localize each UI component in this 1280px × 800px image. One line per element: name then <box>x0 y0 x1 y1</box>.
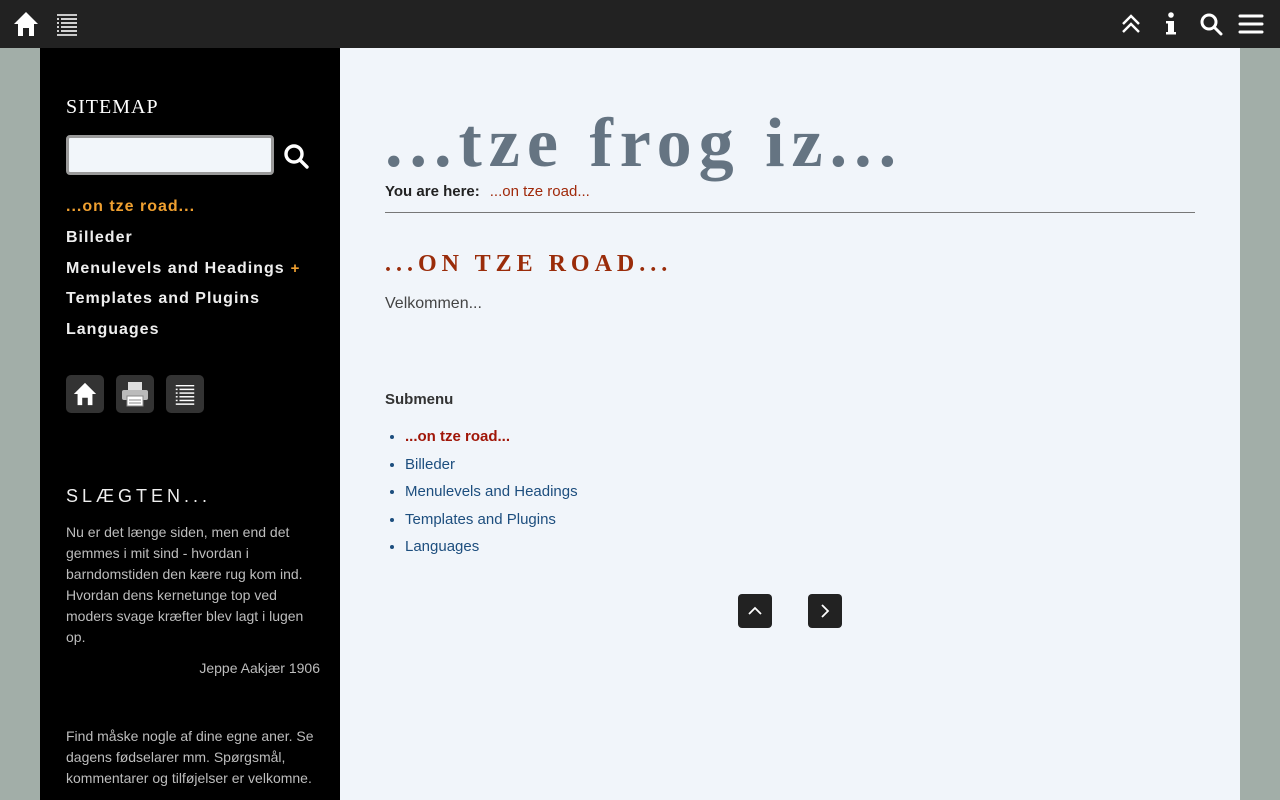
sidebar-item-languages[interactable]: Languages <box>66 315 336 346</box>
submenu-title: Submenu <box>385 391 454 408</box>
sidebar-item-label: Menulevels and Headings <box>66 259 285 277</box>
chevron-right-icon <box>821 604 830 618</box>
sidebar-tools <box>66 375 204 413</box>
poem-text: Nu er det længe siden, men end det gemme… <box>66 524 304 645</box>
divider <box>385 212 1195 213</box>
scroll-up-button[interactable] <box>738 594 772 628</box>
submenu-item-billeder[interactable]: Billeder <box>405 453 578 481</box>
top-bar <box>0 0 1280 48</box>
expand-plus-icon[interactable]: + <box>291 260 301 277</box>
sitemap-list-icon[interactable] <box>166 375 204 413</box>
search-icon[interactable] <box>282 142 310 170</box>
breadcrumb-label: You are here: <box>385 183 480 200</box>
double-chevron-up-icon[interactable] <box>1115 8 1147 40</box>
sidebar: SITEMAP ...on tze road... Billeder Menul… <box>40 48 340 800</box>
sidebar-item-menulevels[interactable]: Menulevels and Headings + <box>66 253 336 284</box>
submenu-item-languages[interactable]: Languages <box>405 535 578 563</box>
sidebar-item-label: ...on tze road... <box>66 198 196 216</box>
sitemap-title: SITEMAP <box>66 96 159 118</box>
sidebar-item-label: Billeder <box>66 229 133 247</box>
page-heading: ...on tze road... <box>385 251 673 277</box>
submenu-item-menulevels[interactable]: Menulevels and Headings <box>405 480 578 508</box>
breadcrumb: You are here: ...on tze road... <box>385 183 590 200</box>
submenu-item-templates[interactable]: Templates and Plugins <box>405 508 578 536</box>
sidebar-nav: ...on tze road... Billeder Menulevels an… <box>66 192 336 345</box>
slaegten-heading: SLÆGTEN... <box>66 486 212 506</box>
home-icon[interactable] <box>10 8 42 40</box>
poem-author: Jeppe Aakjær 1906 <box>199 660 320 676</box>
hamburger-menu-icon[interactable] <box>1235 8 1267 40</box>
print-icon[interactable] <box>116 375 154 413</box>
sidebar-item-label: Templates and Plugins <box>66 290 261 308</box>
main-content: ...tze frog iz... You are here: ...on tz… <box>340 48 1240 800</box>
search-icon[interactable] <box>1195 8 1227 40</box>
site-title: ...tze frog iz... <box>385 105 904 182</box>
info-icon[interactable] <box>1155 8 1187 40</box>
chevron-up-icon <box>748 606 762 615</box>
sitemap-search-input[interactable] <box>66 135 274 175</box>
breadcrumb-item[interactable]: ...on tze road... <box>490 183 590 200</box>
submenu-item-on-tze-road[interactable]: ...on tze road... <box>405 425 578 453</box>
find-ancestors-text: Find måske nogle af dine egne aner. Se d… <box>66 728 314 786</box>
sidebar-item-on-tze-road[interactable]: ...on tze road... <box>66 192 336 223</box>
sitemap-list-icon[interactable] <box>51 8 83 40</box>
sidebar-item-label: Languages <box>66 321 160 339</box>
sidebar-item-billeder[interactable]: Billeder <box>66 223 336 254</box>
next-page-button[interactable] <box>808 594 842 628</box>
sidebar-item-templates[interactable]: Templates and Plugins <box>66 284 336 315</box>
submenu-list: ...on tze road... Billeder Menulevels an… <box>405 425 578 563</box>
home-icon[interactable] <box>66 375 104 413</box>
welcome-text: Velkommen... <box>385 295 482 312</box>
